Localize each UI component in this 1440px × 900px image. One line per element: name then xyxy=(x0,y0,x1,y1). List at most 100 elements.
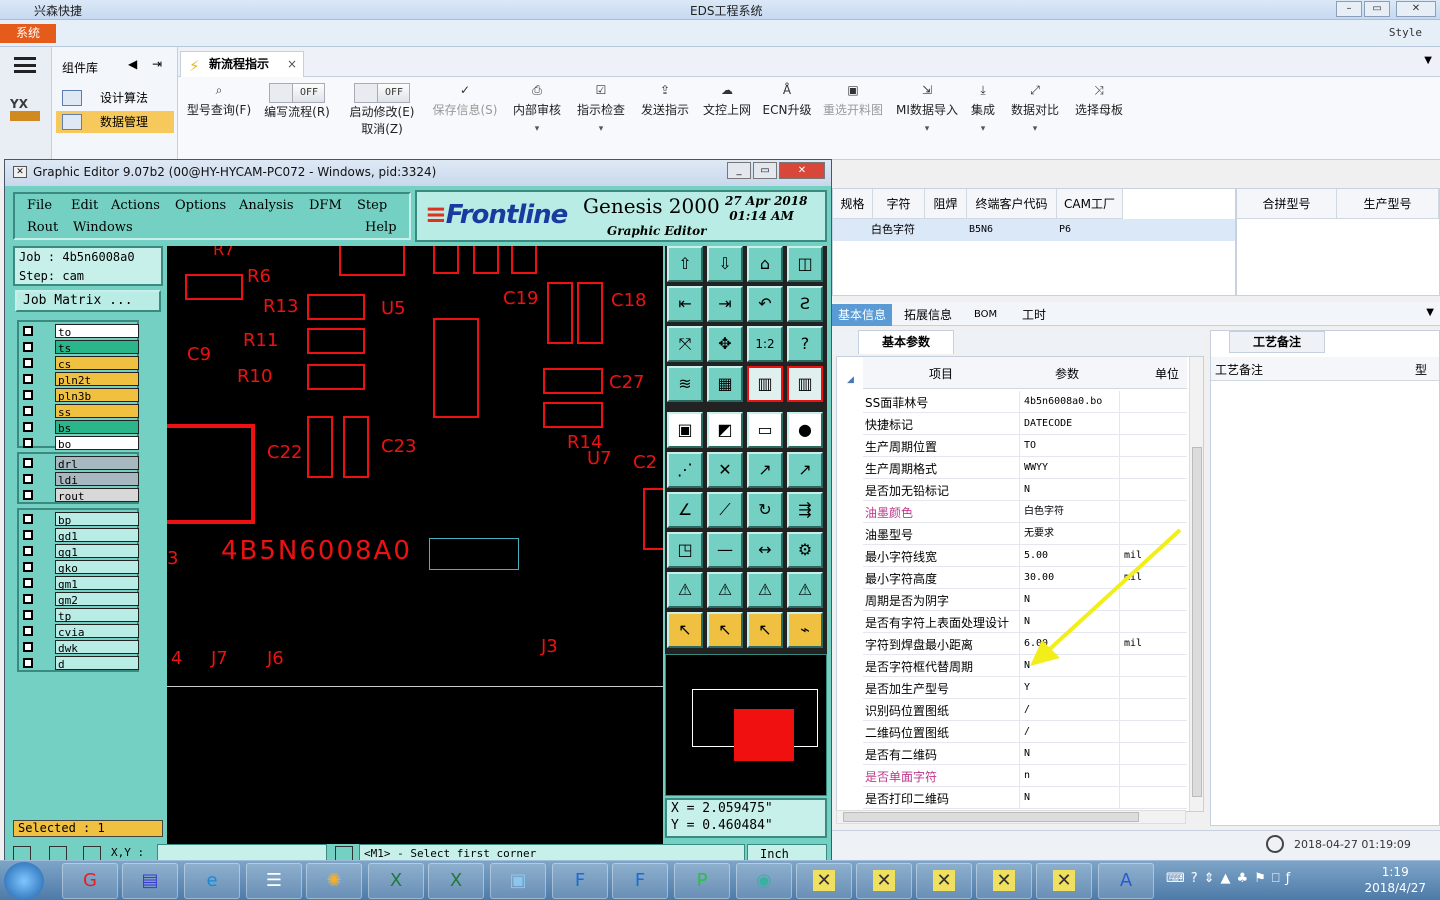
drc3-icon[interactable]: ⚠ xyxy=(747,572,783,608)
layer-checkbox[interactable] xyxy=(23,514,33,524)
layer-checkbox[interactable] xyxy=(23,438,33,448)
layer-item-gm1[interactable]: gm1 xyxy=(21,576,139,591)
params-horizontal-scrollbar[interactable] xyxy=(836,810,1186,824)
system-tray-icons[interactable]: ⌨?⇕▲♣⚑⎕ƒ xyxy=(1166,871,1296,886)
layer-item-cvia[interactable]: cvia xyxy=(21,624,139,639)
col-header-cam-factory[interactable]: CAM工厂 xyxy=(1057,189,1123,219)
layer-checkbox[interactable] xyxy=(23,626,33,636)
layer-item-tp[interactable]: tp xyxy=(21,608,139,623)
col-header-production-model[interactable]: 生产型号 xyxy=(1337,189,1439,219)
taskbar-app-picture[interactable]: ▣ xyxy=(490,863,546,899)
menu-actions[interactable]: Actions xyxy=(111,198,160,213)
tab-bom[interactable]: BOM xyxy=(968,304,1003,326)
yx-logo-icon[interactable]: YX xyxy=(10,97,42,125)
taskbar-frontline-1[interactable]: F xyxy=(552,863,608,899)
taskbar-app-shell[interactable]: ✺ xyxy=(306,863,362,899)
taskbar-ge-1[interactable]: ✕ xyxy=(796,863,852,899)
start-modify-button[interactable]: OFF 启动修改(E) 取消(Z) xyxy=(346,83,418,137)
model-query-button[interactable]: ⌕ 型号查询(F) xyxy=(184,83,254,118)
layer-checkbox[interactable] xyxy=(23,358,33,368)
menu-options[interactable]: Options xyxy=(175,198,226,213)
collapse-triangle-icon[interactable]: ◢ xyxy=(847,375,854,385)
layer-checkbox[interactable] xyxy=(23,422,33,432)
instruction-check-button[interactable]: ☑ 指示检查 ▾ xyxy=(574,83,628,134)
layer-name[interactable]: cvia xyxy=(55,624,139,639)
col-header-item[interactable]: 项目 xyxy=(929,365,953,382)
write-process-toggle[interactable]: OFF xyxy=(269,83,325,103)
layer-name[interactable]: to xyxy=(55,324,139,339)
zoom-next-icon[interactable]: ⇥ xyxy=(707,286,743,322)
taskbar-ge-3[interactable]: ✕ xyxy=(916,863,972,899)
save-icon[interactable]: ⇩ xyxy=(707,246,743,282)
layer-name[interactable]: d xyxy=(55,656,139,671)
param-row[interactable]: 二维码位置图纸 / xyxy=(863,721,1187,743)
style-label[interactable]: Style xyxy=(1389,26,1422,39)
layer-checkbox[interactable] xyxy=(23,562,33,572)
hamburger-menu-icon[interactable] xyxy=(14,57,36,73)
ecn-upgrade-button[interactable]: Å ECN升级 xyxy=(762,83,812,118)
param-value[interactable]: N xyxy=(1019,743,1119,764)
menu-file[interactable]: File xyxy=(27,198,52,213)
param-value[interactable]: N xyxy=(1019,479,1119,500)
taskbar-app-eye[interactable]: ◉ xyxy=(736,863,792,899)
param-value[interactable]: DATECODE xyxy=(1019,413,1119,434)
slash-icon[interactable]: ⟋ xyxy=(707,492,743,528)
data-compare-button[interactable]: ⤢ 数据对比 ▾ xyxy=(1008,83,1062,134)
integrate-button[interactable]: ⤓ 集成 ▾ xyxy=(968,83,998,134)
drc2-icon[interactable]: ⚠ xyxy=(707,572,743,608)
param-value[interactable]: / xyxy=(1019,721,1119,742)
layer-name[interactable]: ldi xyxy=(55,472,139,487)
layer-name[interactable]: gg1 xyxy=(55,544,139,559)
flip-icon[interactable]: ⇶ xyxy=(787,492,823,528)
col-header-param[interactable]: 参数 xyxy=(1055,365,1079,382)
close-tab-icon[interactable]: × xyxy=(287,52,297,76)
layers-icon[interactable]: ≋ xyxy=(667,366,703,402)
segment-icon[interactable]: — xyxy=(707,532,743,568)
chevron-down-icon[interactable]: ▼ xyxy=(1424,55,1432,66)
taskbar-ge-2[interactable]: ✕ xyxy=(856,863,912,899)
layer-checkbox[interactable] xyxy=(23,406,33,416)
menu-step[interactable]: Step xyxy=(357,198,387,213)
layer-checkbox[interactable] xyxy=(23,610,33,620)
param-value[interactable]: / xyxy=(1019,699,1119,720)
pcb-canvas[interactable]: R7 R6 R13 U5 C19 C18 C9 R11 R10 C27 C22 … xyxy=(167,246,663,858)
line-add-icon[interactable]: ↗ xyxy=(747,452,783,488)
quick-access-label[interactable]: 兴森快捷 xyxy=(34,2,82,19)
layer-name[interactable]: gko xyxy=(55,560,139,575)
feature-r2-icon[interactable]: ▥ xyxy=(787,366,823,402)
layer-checkbox[interactable] xyxy=(23,474,33,484)
layer-checkbox[interactable] xyxy=(23,490,33,500)
tab-man-hours[interactable]: 工时 xyxy=(1016,304,1052,326)
home-icon[interactable]: ⌂ xyxy=(747,246,783,282)
snap-icon[interactable]: Ƨ xyxy=(787,286,823,322)
job-matrix-button[interactable]: Job Matrix ... xyxy=(15,290,161,312)
close-button[interactable]: ✕ xyxy=(1396,1,1436,17)
connect-icon[interactable]: ⋰ xyxy=(667,452,703,488)
lib-item-data-management[interactable]: 数据管理 xyxy=(56,111,174,133)
measure-icon[interactable]: ↔ xyxy=(747,532,783,568)
param-value[interactable]: N xyxy=(1019,787,1119,808)
layer-checkbox[interactable] xyxy=(23,374,33,384)
taskbar-notepad[interactable]: ☰ xyxy=(246,863,302,899)
layer-item-ss[interactable]: ss xyxy=(21,404,139,419)
drc-icon[interactable]: ⚠ xyxy=(667,572,703,608)
layer-checkbox[interactable] xyxy=(23,458,33,468)
param-value[interactable]: 白色字符 xyxy=(1019,501,1119,522)
menu-help[interactable]: Help xyxy=(365,220,397,235)
layer-name[interactable]: ss xyxy=(55,404,139,419)
route-icon[interactable]: ⌁ xyxy=(787,612,823,648)
col-header-merge-model[interactable]: 合拼型号 xyxy=(1237,189,1337,219)
layer-name[interactable]: drl xyxy=(55,456,139,471)
tab-basic-params[interactable]: 基本参数 xyxy=(858,330,954,354)
param-value[interactable]: n xyxy=(1019,765,1119,786)
layer-name[interactable]: tp xyxy=(55,608,139,623)
taskbar-excel-2[interactable]: X xyxy=(428,863,484,899)
param-row[interactable]: 是否打印二维码 N xyxy=(863,787,1187,809)
menu-windows[interactable]: Windows xyxy=(73,220,133,235)
layer-item-bs[interactable]: bs xyxy=(21,420,139,435)
layer-item-bp[interactable]: bp xyxy=(21,512,139,527)
params-vertical-scrollbar[interactable] xyxy=(1189,357,1203,811)
pad-icon[interactable]: ● xyxy=(787,412,823,448)
pointer-pick-icon[interactable]: ↖ xyxy=(747,612,783,648)
taskbar-ie[interactable]: e xyxy=(184,863,240,899)
